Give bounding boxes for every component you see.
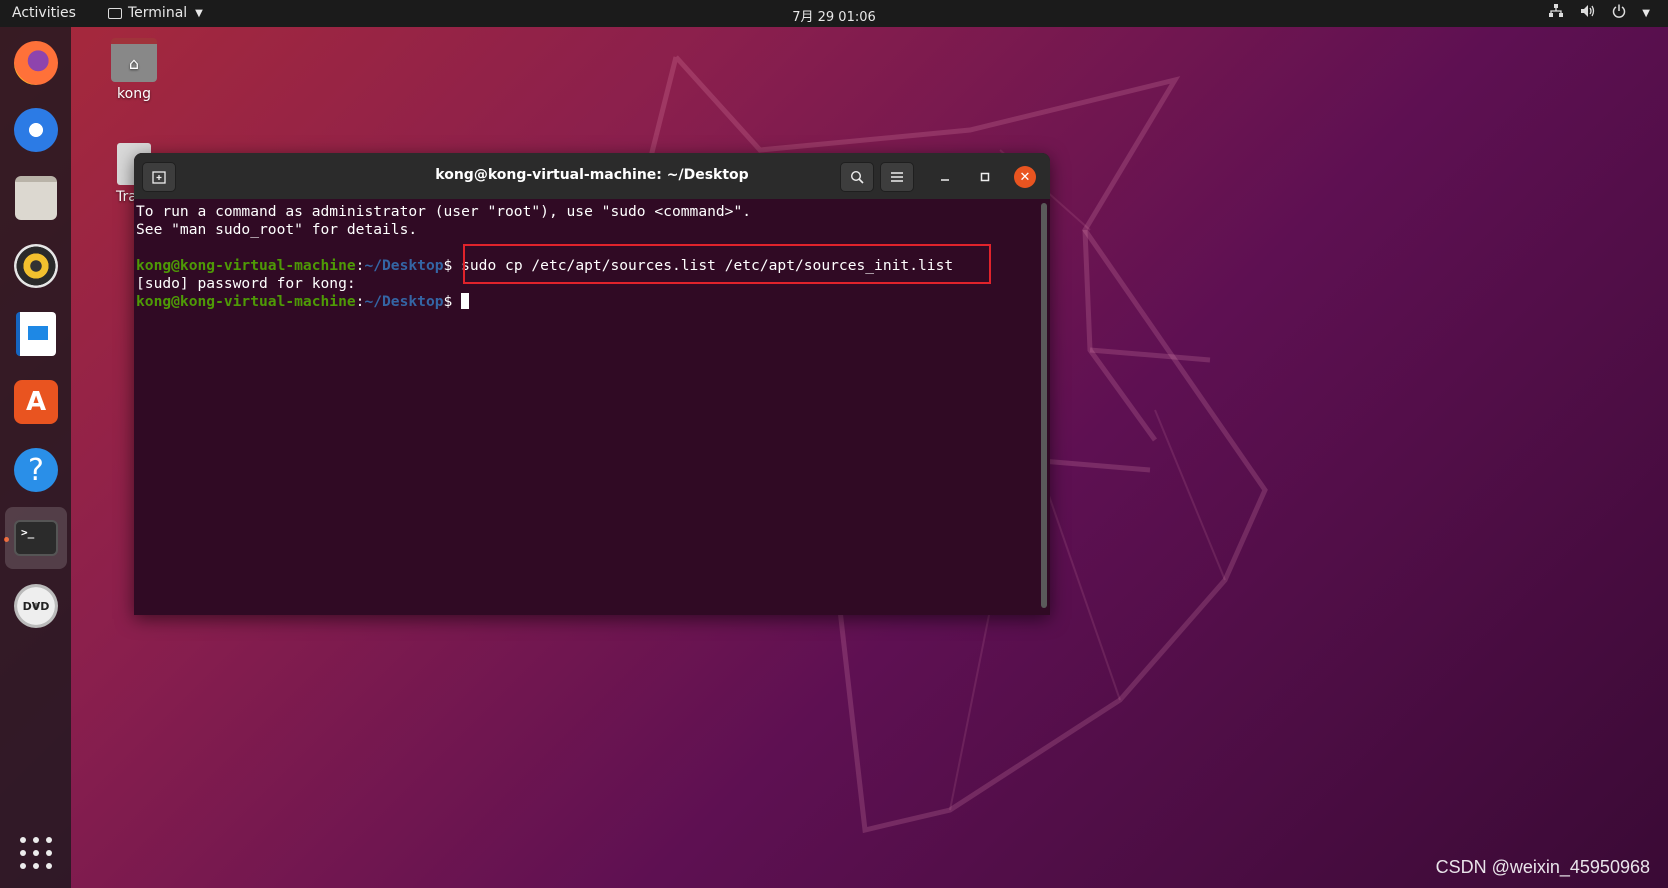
prompt-dollar: $ — [443, 257, 462, 274]
command-text: sudo cp /etc/apt/sources.list /etc/apt/s… — [461, 257, 954, 274]
prompt-user: kong@kong-virtual-machine — [136, 293, 356, 310]
dock-rhythmbox[interactable] — [10, 240, 62, 292]
terminal-icon: >_ — [14, 520, 58, 556]
maximize-icon — [980, 172, 990, 182]
files-icon — [15, 176, 57, 220]
terminal-titlebar[interactable]: kong@kong-virtual-machine: ~/Desktop ✕ — [134, 153, 1050, 199]
dock-help[interactable]: ? — [10, 444, 62, 496]
prompt-path: ~/Desktop — [364, 257, 444, 274]
show-applications-icon[interactable] — [20, 837, 52, 869]
software-store-icon: A — [14, 380, 58, 424]
clock[interactable]: 7月 29 01:06 — [0, 6, 1668, 25]
app-menu[interactable]: Terminal ▼ — [108, 5, 203, 21]
output-line: [sudo] password for kong: — [136, 275, 356, 292]
terminal-output[interactable]: To run a command as administrator (user … — [134, 199, 1038, 615]
activities-button[interactable]: Activities — [12, 5, 76, 21]
menu-button[interactable] — [880, 162, 914, 192]
app-menu-label: Terminal — [128, 5, 188, 21]
network-icon[interactable] — [1548, 4, 1564, 22]
dvd-icon: DVD — [14, 584, 58, 628]
close-button[interactable]: ✕ — [1014, 166, 1036, 188]
prompt-path: ~/Desktop — [364, 293, 444, 310]
watermark: CSDN @weixin_45950968 — [1435, 857, 1650, 877]
chevron-down-icon: ▼ — [195, 7, 203, 19]
help-icon: ? — [14, 448, 58, 492]
terminal-scrollbar[interactable] — [1041, 203, 1047, 608]
power-icon[interactable] — [1612, 4, 1626, 22]
top-bar: Activities Terminal ▼ 7月 29 01:06 ▼ — [0, 0, 1668, 27]
prompt-user: kong@kong-virtual-machine — [136, 257, 356, 274]
dock-software[interactable]: A — [10, 376, 62, 428]
maximize-button[interactable] — [974, 166, 996, 188]
prompt-dollar: $ — [443, 293, 462, 310]
system-menu-chevron-icon[interactable]: ▼ — [1642, 8, 1650, 19]
dock-writer[interactable] — [10, 308, 62, 360]
dock-files[interactable] — [10, 172, 62, 224]
home-folder-label: kong — [117, 86, 151, 102]
terminal-window[interactable]: kong@kong-virtual-machine: ~/Desktop ✕ T… — [134, 153, 1050, 615]
output-line: To run a command as administrator (user … — [136, 203, 752, 220]
dock: A ? >_ DVD — [0, 27, 71, 888]
search-icon — [850, 170, 864, 184]
firefox-icon — [14, 41, 58, 85]
rhythmbox-icon — [14, 244, 58, 288]
search-button[interactable] — [840, 162, 874, 192]
output-line: See "man sudo_root" for details. — [136, 221, 418, 238]
home-folder-icon: ⌂ — [111, 38, 157, 82]
close-icon: ✕ — [1019, 169, 1031, 185]
writer-icon — [16, 312, 56, 356]
dock-terminal[interactable]: >_ — [5, 507, 67, 569]
dock-firefox[interactable] — [10, 37, 62, 89]
dock-thunderbird[interactable] — [10, 104, 62, 156]
volume-icon[interactable] — [1580, 4, 1596, 22]
desktop-home-folder[interactable]: ⌂ kong — [106, 38, 162, 102]
text-cursor — [461, 293, 470, 309]
minimize-button[interactable] — [934, 166, 956, 188]
minimize-icon — [941, 179, 949, 181]
thunderbird-icon — [14, 108, 58, 152]
system-tray[interactable]: ▼ — [1548, 4, 1650, 22]
dock-dvd[interactable]: DVD — [10, 580, 62, 632]
hamburger-icon — [891, 172, 903, 182]
terminal-mini-icon — [108, 7, 122, 19]
